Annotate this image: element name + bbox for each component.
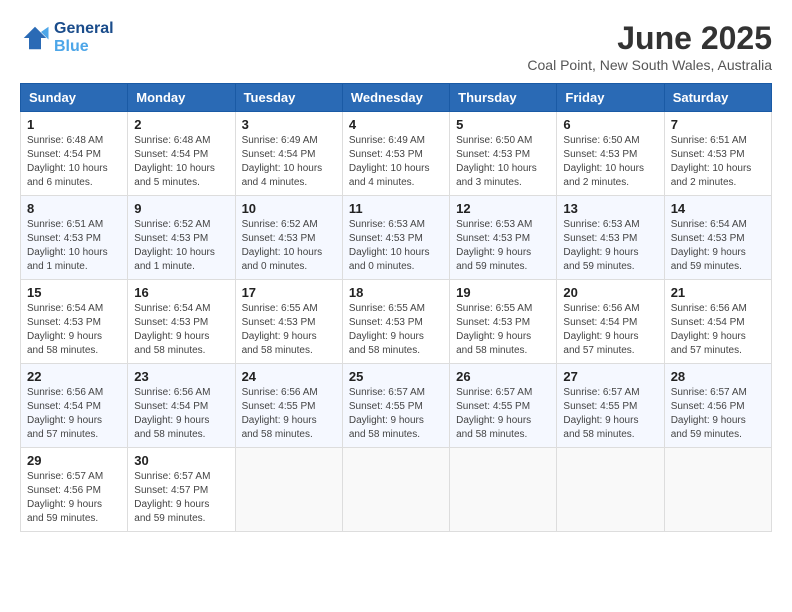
calendar-header-row: Sunday Monday Tuesday Wednesday Thursday…: [21, 84, 772, 112]
header-wednesday: Wednesday: [342, 84, 449, 112]
day-25: 25 Sunrise: 6:57 AMSunset: 4:55 PMDaylig…: [342, 364, 449, 448]
title-area: June 2025 Coal Point, New South Wales, A…: [527, 20, 772, 73]
logo-text-line2: Blue: [54, 38, 114, 56]
day-20: 20 Sunrise: 6:56 AMSunset: 4:54 PMDaylig…: [557, 280, 664, 364]
empty-cell-1: [235, 448, 342, 532]
header-tuesday: Tuesday: [235, 84, 342, 112]
calendar-week-4: 22 Sunrise: 6:56 AMSunset: 4:54 PMDaylig…: [21, 364, 772, 448]
day-29: 29 Sunrise: 6:57 AMSunset: 4:56 PMDaylig…: [21, 448, 128, 532]
empty-cell-4: [557, 448, 664, 532]
day-17: 17 Sunrise: 6:55 AMSunset: 4:53 PMDaylig…: [235, 280, 342, 364]
day-15: 15 Sunrise: 6:54 AMSunset: 4:53 PMDaylig…: [21, 280, 128, 364]
day-21: 21 Sunrise: 6:56 AMSunset: 4:54 PMDaylig…: [664, 280, 771, 364]
day-5: 5 Sunrise: 6:50 AMSunset: 4:53 PMDayligh…: [450, 112, 557, 196]
calendar-table: Sunday Monday Tuesday Wednesday Thursday…: [20, 83, 772, 532]
day-30: 30 Sunrise: 6:57 AMSunset: 4:57 PMDaylig…: [128, 448, 235, 532]
day-14: 14 Sunrise: 6:54 AMSunset: 4:53 PMDaylig…: [664, 196, 771, 280]
header-thursday: Thursday: [450, 84, 557, 112]
header-monday: Monday: [128, 84, 235, 112]
day-3: 3 Sunrise: 6:49 AMSunset: 4:54 PMDayligh…: [235, 112, 342, 196]
day-12: 12 Sunrise: 6:53 AMSunset: 4:53 PMDaylig…: [450, 196, 557, 280]
empty-cell-5: [664, 448, 771, 532]
day-13: 13 Sunrise: 6:53 AMSunset: 4:53 PMDaylig…: [557, 196, 664, 280]
location-title: Coal Point, New South Wales, Australia: [527, 57, 772, 73]
day-7: 7 Sunrise: 6:51 AMSunset: 4:53 PMDayligh…: [664, 112, 771, 196]
calendar-week-5: 29 Sunrise: 6:57 AMSunset: 4:56 PMDaylig…: [21, 448, 772, 532]
logo-icon: [20, 23, 50, 53]
logo: General Blue: [20, 20, 114, 55]
day-28: 28 Sunrise: 6:57 AMSunset: 4:56 PMDaylig…: [664, 364, 771, 448]
day-23: 23 Sunrise: 6:56 AMSunset: 4:54 PMDaylig…: [128, 364, 235, 448]
day-11: 11 Sunrise: 6:53 AMSunset: 4:53 PMDaylig…: [342, 196, 449, 280]
empty-cell-2: [342, 448, 449, 532]
day-22: 22 Sunrise: 6:56 AMSunset: 4:54 PMDaylig…: [21, 364, 128, 448]
header-saturday: Saturday: [664, 84, 771, 112]
header-friday: Friday: [557, 84, 664, 112]
day-4: 4 Sunrise: 6:49 AMSunset: 4:53 PMDayligh…: [342, 112, 449, 196]
day-26: 26 Sunrise: 6:57 AMSunset: 4:55 PMDaylig…: [450, 364, 557, 448]
day-1: 1 Sunrise: 6:48 AMSunset: 4:54 PMDayligh…: [21, 112, 128, 196]
day-10: 10 Sunrise: 6:52 AMSunset: 4:53 PMDaylig…: [235, 196, 342, 280]
header-sunday: Sunday: [21, 84, 128, 112]
calendar-week-3: 15 Sunrise: 6:54 AMSunset: 4:53 PMDaylig…: [21, 280, 772, 364]
day-27: 27 Sunrise: 6:57 AMSunset: 4:55 PMDaylig…: [557, 364, 664, 448]
day-24: 24 Sunrise: 6:56 AMSunset: 4:55 PMDaylig…: [235, 364, 342, 448]
day-18: 18 Sunrise: 6:55 AMSunset: 4:53 PMDaylig…: [342, 280, 449, 364]
month-title: June 2025: [527, 20, 772, 57]
logo-text-line1: General: [54, 20, 114, 38]
day-16: 16 Sunrise: 6:54 AMSunset: 4:53 PMDaylig…: [128, 280, 235, 364]
empty-cell-3: [450, 448, 557, 532]
day-8: 8 Sunrise: 6:51 AMSunset: 4:53 PMDayligh…: [21, 196, 128, 280]
calendar-week-1: 1 Sunrise: 6:48 AMSunset: 4:54 PMDayligh…: [21, 112, 772, 196]
calendar-week-2: 8 Sunrise: 6:51 AMSunset: 4:53 PMDayligh…: [21, 196, 772, 280]
day-2: 2 Sunrise: 6:48 AMSunset: 4:54 PMDayligh…: [128, 112, 235, 196]
day-6: 6 Sunrise: 6:50 AMSunset: 4:53 PMDayligh…: [557, 112, 664, 196]
page-header: General Blue June 2025 Coal Point, New S…: [20, 20, 772, 73]
day-19: 19 Sunrise: 6:55 AMSunset: 4:53 PMDaylig…: [450, 280, 557, 364]
day-9: 9 Sunrise: 6:52 AMSunset: 4:53 PMDayligh…: [128, 196, 235, 280]
